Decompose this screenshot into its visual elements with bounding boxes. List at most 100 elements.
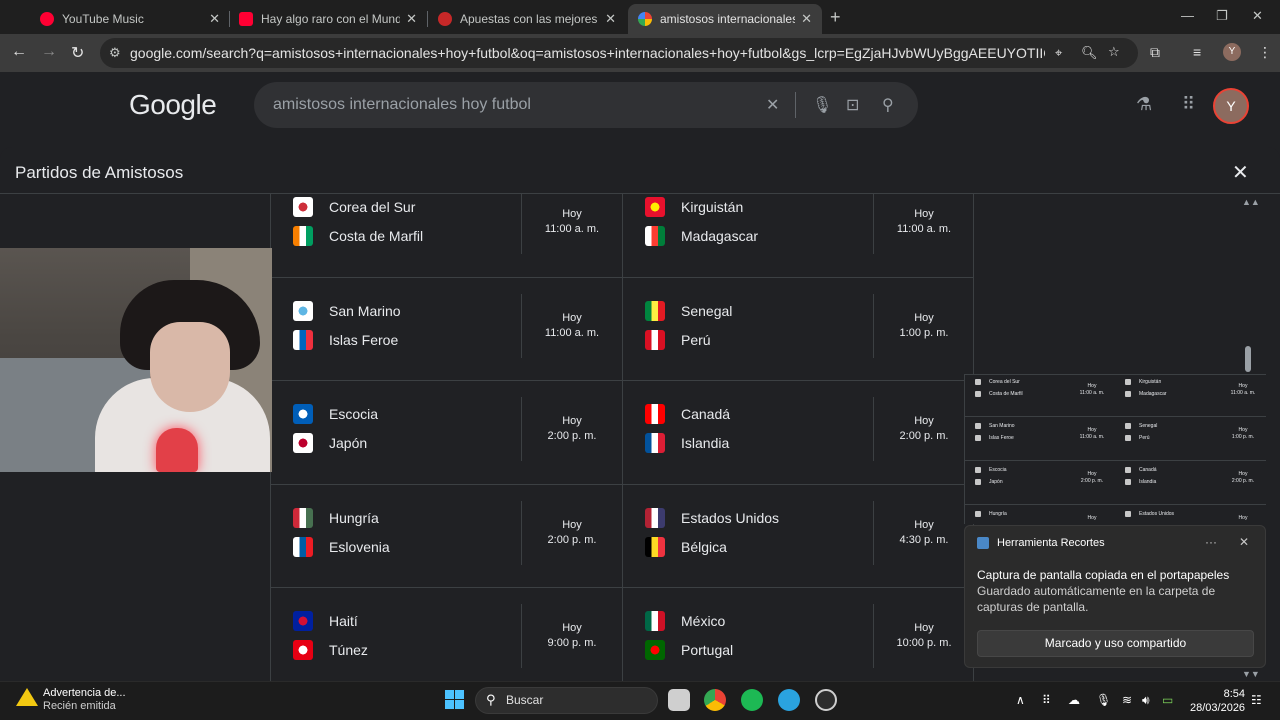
team: Madagascar — [645, 226, 758, 246]
show-hidden-icons[interactable]: ∧ — [1016, 693, 1025, 707]
preview-time-line: 11:00 a. m. — [1079, 390, 1105, 396]
extensions-icon[interactable]: ⧉ — [1150, 44, 1160, 61]
match-day: Hoy — [562, 518, 582, 531]
taskbar-search[interactable] — [475, 687, 658, 714]
notification-center-icon[interactable]: ☷ — [1251, 693, 1262, 707]
flag-icon — [975, 391, 981, 397]
tab-betting[interactable]: Apuestas con las mejores cuota ✕ — [428, 4, 626, 34]
close-icon[interactable]: ✕ — [605, 11, 616, 27]
warning-title[interactable]: Advertencia de... — [43, 687, 126, 699]
preview-team-name: Canadá — [1139, 467, 1157, 473]
tab-title: Apuestas con las mejores cuota — [460, 12, 599, 26]
heart-app-icon[interactable] — [741, 689, 763, 711]
scrollbar-thumb[interactable] — [1245, 346, 1251, 372]
cloud-icon[interactable]: ☁ — [1068, 693, 1080, 707]
scroll-up-icon[interactable]: ▲▲ — [1242, 197, 1260, 207]
telegram-icon[interactable] — [778, 689, 800, 711]
back-icon[interactable]: ← — [11, 43, 27, 61]
match-card[interactable]: Canadá Islandia Hoy 2:00 p. m. — [623, 381, 973, 484]
bookmark-star-icon[interactable]: ☆ — [1108, 44, 1120, 60]
google-logo[interactable]: Google — [129, 89, 217, 121]
site-info-icon[interactable]: ⚙ — [109, 45, 121, 61]
match-time: Hoy 4:30 p. m. — [875, 518, 973, 548]
match-card[interactable]: Estados Unidos Bélgica Hoy 4:30 p. m. — [623, 485, 973, 588]
clock[interactable]: 8:54 28/03/2026 — [1190, 687, 1245, 715]
close-icon[interactable]: ✕ — [1239, 535, 1249, 549]
tray-grid-icon[interactable]: ⠿ — [1042, 693, 1051, 707]
match-card[interactable]: Kirguistán Madagascar Hoy 11:00 a. m. — [623, 194, 973, 277]
preview-row: Corea del Sur Costa de Marfil Kirguistán Ma… — [965, 375, 1266, 417]
match-card[interactable]: México Portugal Hoy 10:00 p. m. — [623, 588, 973, 681]
preview-team: Perú — [1125, 435, 1150, 441]
preview-time-line: Hoy — [1087, 471, 1097, 477]
restore-icon[interactable]: ❐ — [1216, 8, 1228, 24]
battery-icon[interactable]: ▭ — [1162, 693, 1173, 707]
search-query[interactable]: amistosos internacionales hoy futbol — [273, 96, 531, 114]
snip-preview[interactable]: Corea del Sur Costa de Marfil Kirguistán Ma… — [964, 374, 1266, 524]
more-options-icon[interactable]: ··· — [1205, 535, 1217, 549]
preview-team-name: Islas Feroe — [989, 435, 1014, 441]
location-icon[interactable]: ⌖ — [1055, 45, 1062, 61]
match-row: Hungría Eslovenia Hoy 2:00 p. m. Estados Uni… — [271, 484, 973, 588]
hungary-flag-icon — [293, 507, 313, 528]
preview-time-line: Hoy — [1238, 427, 1248, 433]
match-hour: 2:00 p. m. — [899, 430, 949, 442]
match-card[interactable]: Senegal Perú Hoy 1:00 p. m. — [623, 278, 973, 381]
zoom-icon[interactable]: 🔍︎ — [1081, 45, 1098, 61]
menu-icon[interactable]: ⋮ — [1258, 44, 1272, 61]
google-account-avatar[interactable]: Y — [1213, 88, 1249, 124]
preview-team: Islas Feroe — [975, 435, 1014, 441]
close-window-icon[interactable]: ✕ — [1252, 8, 1263, 24]
tab-google-search[interactable]: amistosos internacionales hoy f ✕ — [628, 4, 822, 34]
volume-icon[interactable]: 🔊︎ — [1142, 693, 1150, 708]
preview-team: Estados Unidos — [1125, 511, 1174, 517]
match-card[interactable]: Corea del Sur Costa de Marfil Hoy 11:00 a. … — [271, 194, 623, 277]
warning-icon[interactable] — [16, 688, 38, 706]
match-card[interactable]: Hungría Eslovenia Hoy 2:00 p. m. — [271, 484, 623, 587]
media-control-icon[interactable]: ≡ — [1193, 44, 1201, 60]
minimize-icon[interactable]: — — [1181, 8, 1194, 23]
scroll-down-icon[interactable]: ▼▼ — [1242, 669, 1260, 679]
usa-flag-icon — [645, 507, 665, 528]
match-row: Haití Túnez Hoy 9:00 p. m. México Portugal Hoy… — [271, 588, 973, 681]
iceland-flag-icon — [645, 433, 665, 453]
microphone-icon[interactable]: 🎙︎ — [1096, 693, 1111, 707]
close-icon[interactable]: ✕ — [406, 11, 417, 27]
tab-youtube-music[interactable]: YouTube Music ✕ — [30, 4, 230, 34]
team: Haití — [293, 611, 358, 631]
close-icon[interactable]: ✕ — [1232, 160, 1249, 185]
task-view-icon[interactable] — [668, 689, 690, 711]
match-hour: 10:00 p. m. — [896, 637, 952, 649]
reload-icon[interactable]: ↻ — [71, 43, 84, 63]
close-icon[interactable]: ✕ — [801, 11, 812, 27]
steam-icon[interactable] — [815, 689, 837, 711]
address-bar[interactable]: ⚙ google.com/search?q=amistosos+internac… — [100, 38, 1138, 68]
start-button[interactable] — [445, 690, 464, 709]
new-tab-button[interactable]: + — [830, 7, 841, 28]
preview-team: Kirguistán — [1125, 379, 1161, 385]
snipping-notification[interactable]: Herramienta Recortes ··· ✕ Captura de pa… — [964, 525, 1266, 668]
chrome-icon[interactable] — [704, 689, 726, 711]
profile-avatar[interactable]: Y — [1223, 43, 1241, 61]
match-card[interactable]: Escocia Japón Hoy 2:00 p. m. — [271, 381, 623, 484]
tab-youtube-video[interactable]: Hay algo raro con el Mundial 20 ✕ — [229, 4, 427, 34]
flag-icon — [1125, 511, 1131, 517]
flag-icon — [1125, 479, 1131, 485]
wifi-icon[interactable]: ≋ — [1122, 693, 1132, 707]
apps-grid-icon[interactable]: ⠿ — [1182, 94, 1195, 115]
slovenia-flag-icon — [293, 536, 313, 557]
match-card[interactable]: Haití Túnez Hoy 9:00 p. m. — [271, 588, 623, 681]
search-icon[interactable]: ⚲ — [882, 95, 894, 115]
forward-icon[interactable]: → — [41, 43, 57, 61]
url-text: google.com/search?q=amistosos+internacio… — [130, 45, 1045, 61]
google-icon — [638, 12, 652, 26]
close-icon[interactable]: ✕ — [209, 11, 220, 27]
preview-team-name: Hungría — [989, 511, 1007, 517]
lens-icon[interactable]: ⊡ — [846, 95, 859, 115]
clear-icon[interactable]: ✕ — [766, 95, 779, 115]
microphone-icon[interactable]: 🎙︎ — [812, 95, 832, 115]
markup-share-button[interactable]: Marcado y uso compartido — [977, 630, 1254, 657]
preview-team-name: Perú — [1139, 435, 1150, 441]
labs-icon[interactable]: ⚗ — [1136, 94, 1152, 115]
match-card[interactable]: San Marino Islas Feroe Hoy 11:00 a. m. — [271, 277, 623, 380]
